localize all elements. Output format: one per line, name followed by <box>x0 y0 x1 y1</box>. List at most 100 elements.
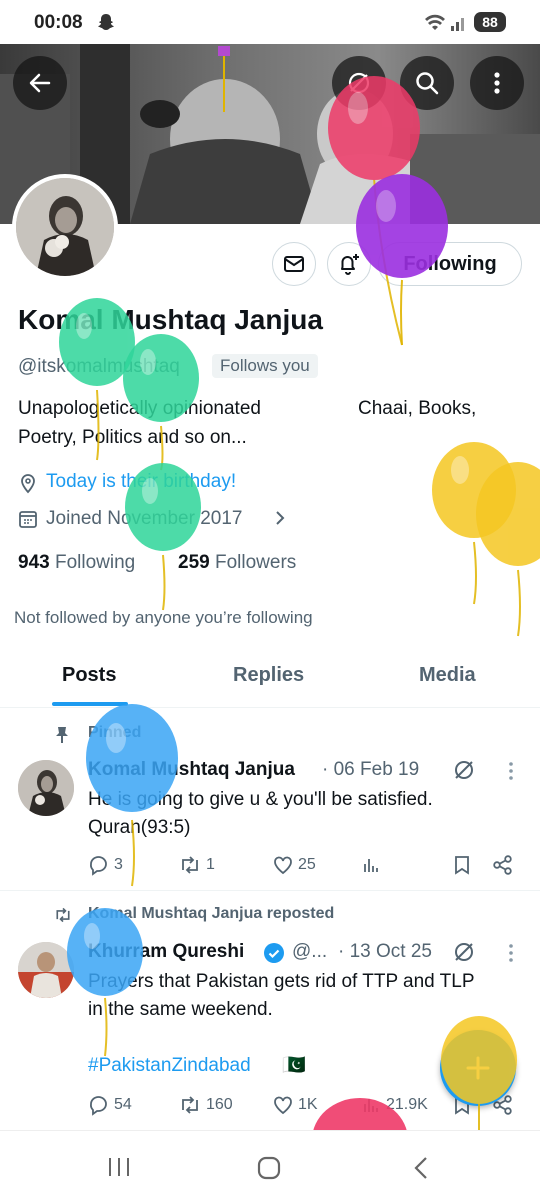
view-count: 21.9K <box>386 1096 428 1113</box>
home-button[interactable] <box>256 1155 282 1186</box>
views-button[interactable] <box>360 854 382 876</box>
wifi-icon <box>424 14 446 37</box>
post-author-avatar[interactable] <box>18 760 74 816</box>
reply-icon <box>90 856 107 876</box>
post-divider <box>0 890 540 891</box>
not-followed-notice: Not followed by anyone you’re following <box>14 608 313 627</box>
envelope-icon <box>284 256 304 272</box>
system-navigation-bar <box>0 1130 540 1201</box>
post-text-line-2: Quran(93:5) <box>88 817 191 838</box>
views-button[interactable]: 21.9K <box>360 1094 428 1116</box>
back-nav-button[interactable] <box>410 1155 432 1186</box>
tab-replies[interactable]: Replies <box>233 664 304 687</box>
calendar-icon <box>18 509 38 534</box>
reply-button[interactable]: 3 <box>88 854 123 876</box>
post-author-avatar[interactable] <box>18 942 74 998</box>
search-button[interactable] <box>400 56 454 110</box>
analytics-icon <box>364 859 378 872</box>
tab-active-indicator <box>52 702 128 706</box>
tab-posts[interactable]: Posts <box>62 664 116 687</box>
avatar-image <box>16 178 114 276</box>
post-author-name[interactable]: Komal Mushtaq Janjua <box>88 759 295 781</box>
signal-icon <box>450 14 468 37</box>
balloon-icon <box>476 462 540 637</box>
notifications-button[interactable] <box>327 242 371 286</box>
followers-label: Followers <box>214 552 297 573</box>
bio-line-2: Poetry, Politics and so on... <box>18 427 247 448</box>
chevron-right-icon[interactable] <box>272 508 288 533</box>
repost-button[interactable]: 1 <box>178 854 215 876</box>
birthday-link[interactable]: Today is their birthday! <box>46 471 236 493</box>
bookmark-button[interactable] <box>452 854 472 876</box>
repost-icon <box>182 856 198 874</box>
status-time: 00:08 <box>34 12 83 33</box>
repost-count: 1 <box>206 856 215 873</box>
pin-icon <box>54 726 70 749</box>
hashtag-link[interactable]: #PakistanZindabad <box>88 1052 251 1080</box>
repost-button[interactable]: 160 <box>178 1094 233 1116</box>
reply-count: 54 <box>114 1096 132 1113</box>
back-arrow-icon <box>29 73 51 93</box>
post-date: · 13 Oct 25 <box>338 941 432 962</box>
post-text-line-2: in the same weekend. <box>88 999 273 1020</box>
balloon-icon <box>432 442 516 605</box>
bio-line-1: Unapologetically opinionated <box>18 398 261 419</box>
message-button[interactable] <box>272 242 316 286</box>
grok-post-icon[interactable] <box>452 758 476 787</box>
reply-button[interactable]: 54 <box>88 1094 132 1116</box>
bell-plus-icon <box>341 254 359 275</box>
grok-icon <box>348 72 370 94</box>
heart-icon <box>274 1096 292 1115</box>
pakistan-flag-emoji: 🇵🇰 <box>282 1055 306 1076</box>
grok-button[interactable] <box>332 56 386 110</box>
bio-line-1-right: Chaai, Books, <box>358 398 477 419</box>
following-label: Following <box>54 552 136 573</box>
post-author-name[interactable]: Khurram Qureshi <box>88 941 244 963</box>
recent-apps-button[interactable] <box>106 1155 132 1184</box>
snapchat-icon <box>96 12 116 37</box>
like-count: 1K <box>298 1096 318 1113</box>
recent-apps-icon <box>109 1158 129 1176</box>
post-more-icon[interactable] <box>506 942 516 969</box>
like-button[interactable]: 25 <box>272 854 316 876</box>
following-button[interactable]: Following <box>378 242 522 286</box>
post-text-line-1: He is going to give u & you'll be satisf… <box>88 789 433 810</box>
profile-avatar[interactable] <box>12 174 118 280</box>
followers-stat[interactable]: 259 Followers <box>178 552 296 574</box>
grok-post-icon[interactable] <box>452 940 476 969</box>
profile-handle: @itskomalmushtaq <box>18 356 180 377</box>
share-icon <box>493 855 512 875</box>
follows-you-badge: Follows you <box>212 354 318 378</box>
following-count: 943 <box>18 552 50 573</box>
more-options-button[interactable] <box>470 56 524 110</box>
post-item[interactable]: Pinned Komal Mushtaq Janjua · 06 Feb 19 … <box>0 710 540 890</box>
reply-icon <box>90 1096 107 1116</box>
compose-post-button[interactable] <box>440 1030 516 1106</box>
post-author-handle: @... <box>292 941 328 962</box>
plus-icon <box>466 1056 490 1080</box>
repost-indicator-icon <box>52 906 74 929</box>
followers-count: 259 <box>178 552 210 573</box>
joined-date[interactable]: Joined November 2017 <box>46 508 242 530</box>
share-button[interactable] <box>492 854 514 876</box>
status-bar: 00:08 88 <box>0 0 540 44</box>
tab-media[interactable]: Media <box>419 664 476 687</box>
pinned-label: Pinned <box>88 724 142 741</box>
post-more-icon[interactable] <box>506 760 516 787</box>
back-chevron-icon <box>414 1157 427 1179</box>
analytics-icon <box>364 1099 378 1112</box>
home-icon <box>257 1156 281 1180</box>
tab-divider <box>0 707 540 708</box>
repost-icon <box>182 1096 198 1114</box>
battery-indicator: 88 <box>474 12 506 32</box>
following-stat[interactable]: 943 Following <box>18 552 135 574</box>
post-text-line-1: Prayers that Pakistan gets rid of TTP an… <box>88 971 475 992</box>
back-button[interactable] <box>13 56 67 110</box>
reposted-by-label[interactable]: Komal Mushtaq Janjua reposted <box>88 905 334 923</box>
reply-count: 3 <box>114 856 123 873</box>
repost-count: 160 <box>206 1096 233 1113</box>
like-count: 25 <box>298 856 316 873</box>
bookmark-icon <box>455 856 469 875</box>
verified-badge-icon <box>263 942 285 969</box>
like-button[interactable]: 1K <box>272 1094 318 1116</box>
